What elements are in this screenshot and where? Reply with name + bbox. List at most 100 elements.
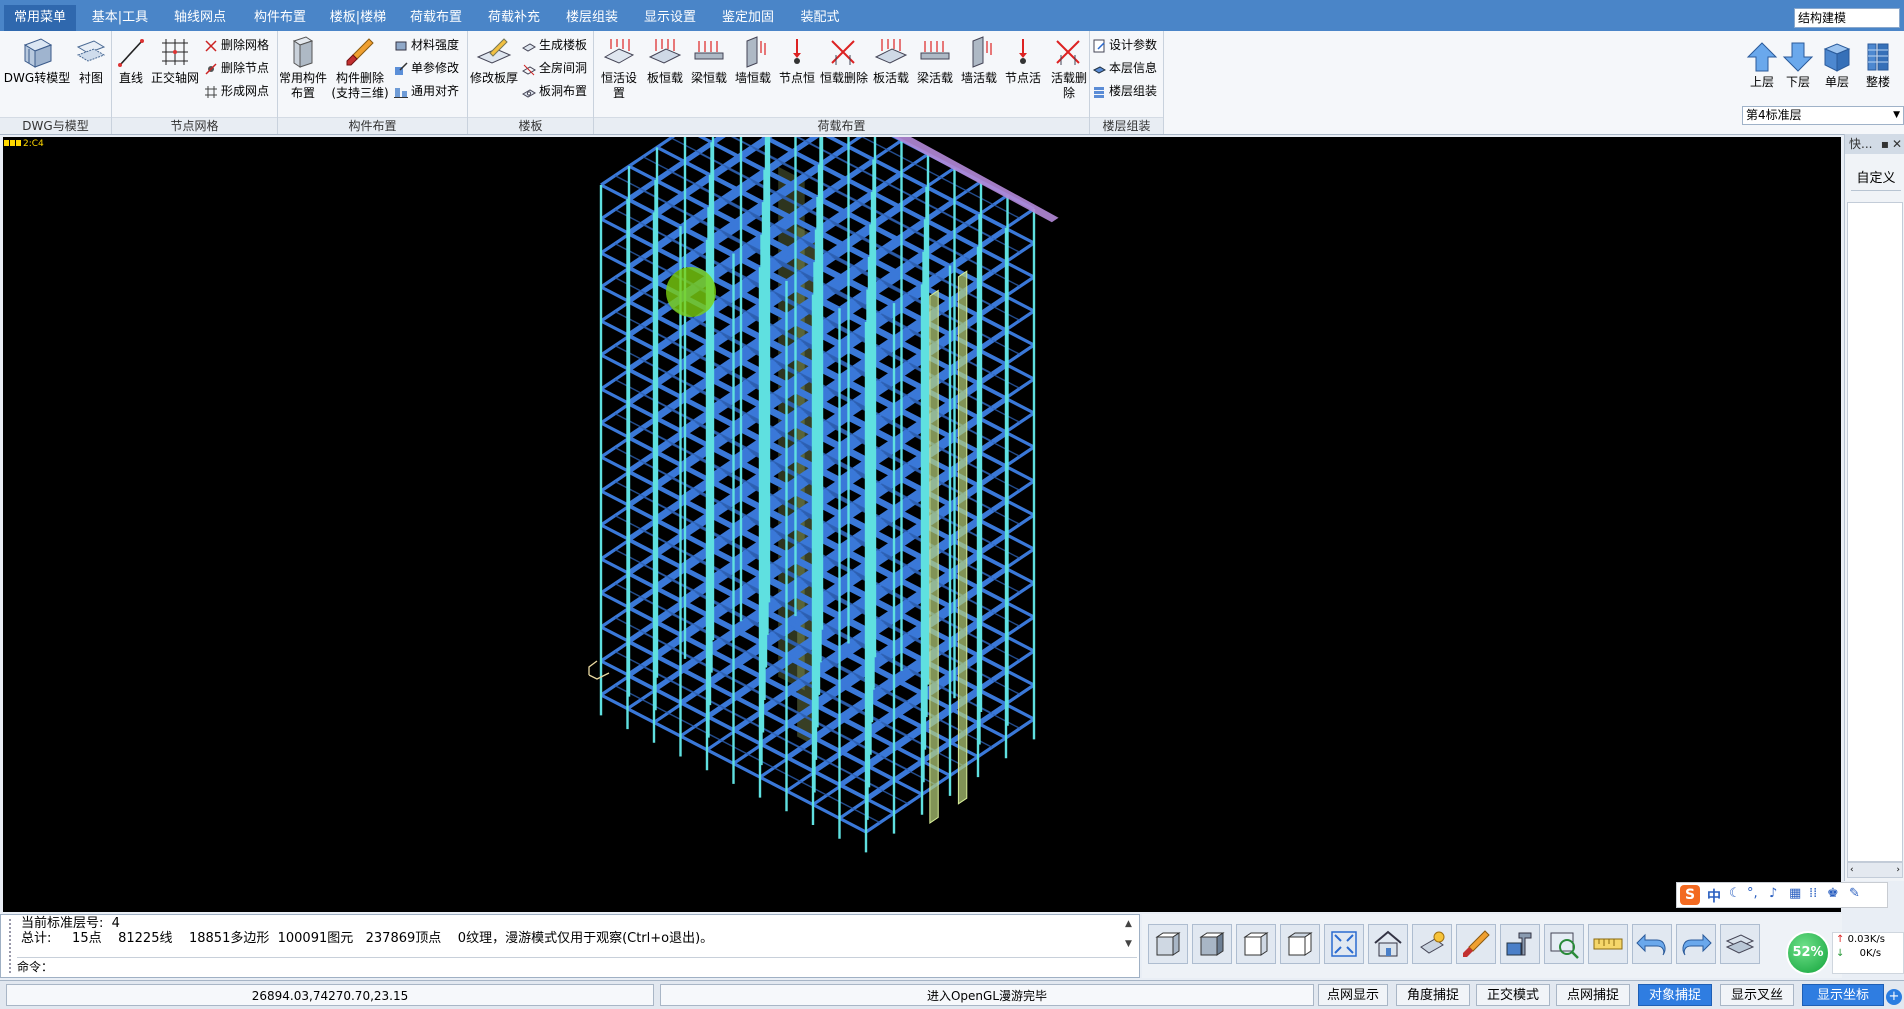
group-slab: 修改板厚 生成楼板 全房间洞 板洞布置 楼板 — [468, 31, 594, 134]
building-3d-model[interactable] — [3, 137, 1841, 912]
crosshair-toggle[interactable]: 显示叉丝 — [1720, 984, 1794, 1006]
dwg-to-model-button[interactable]: DWG转模型 — [2, 35, 72, 86]
material-strength-button[interactable]: 材料强度 — [394, 35, 459, 55]
scroll-right-icon[interactable]: › — [1896, 863, 1900, 877]
menu-tab-load[interactable]: 荷载布置 — [400, 5, 472, 31]
common-members-button[interactable]: 常用构件 布置 — [278, 35, 328, 101]
view-back-button[interactable] — [1280, 924, 1320, 964]
scroll-down-icon[interactable]: ▼ — [1125, 939, 1132, 949]
form-grid-nodes-button[interactable]: 形成网点 — [204, 81, 269, 101]
group-label-slab: 楼板 — [468, 117, 593, 134]
hammer-icon — [1506, 932, 1532, 956]
grid-snap-toggle[interactable]: 点网捕捉 — [1556, 984, 1630, 1006]
floor-assembly-button[interactable]: 楼层组装 — [1092, 81, 1157, 101]
single-param-edit-button[interactable]: 单参修改 — [394, 58, 459, 78]
dead-live-settings-button[interactable]: 恒活设置 — [596, 35, 642, 101]
delete-dead-load-button[interactable]: 恒载删除 — [820, 35, 868, 86]
orthogonal-grid-button[interactable]: 正交轴网 — [148, 35, 202, 86]
room-opening-button[interactable]: 全房间洞 — [522, 58, 587, 78]
home-view-button[interactable] — [1368, 924, 1408, 964]
scroll-up-icon[interactable]: ▲ — [1125, 919, 1132, 929]
angle-snap-toggle[interactable]: 角度捕捉 — [1396, 984, 1470, 1006]
plus-icon[interactable]: + — [1886, 989, 1902, 1005]
net-meter-ball[interactable]: 52% — [1786, 931, 1830, 975]
wrench-icon[interactable]: ✎ — [1849, 886, 1860, 901]
menu-tab-prefab[interactable]: 装配式 — [790, 5, 850, 31]
custom-tab[interactable]: 自定义 — [1851, 168, 1901, 191]
grip-handle[interactable] — [9, 919, 15, 973]
floor-up-button[interactable]: 上层 — [1744, 41, 1780, 90]
underlay-button[interactable]: 衬图 — [74, 35, 108, 86]
pin-icon[interactable]: ▪ — [1881, 134, 1889, 154]
shirt-icon[interactable]: ♚ — [1827, 886, 1839, 901]
render-style-button[interactable] — [1456, 924, 1496, 964]
menu-tab-members[interactable]: 构件布置 — [244, 5, 316, 31]
design-params-button[interactable]: 设计参数 — [1092, 35, 1157, 55]
menu-tab-axis[interactable]: 轴线网点 — [164, 5, 236, 31]
house-icon — [1374, 930, 1402, 957]
scroll-left-icon[interactable]: ‹ — [1850, 865, 1854, 875]
view-front-button[interactable] — [1148, 924, 1188, 964]
settings-button[interactable] — [1720, 924, 1760, 964]
zoom-extents-button[interactable] — [1324, 924, 1364, 964]
dwg-model-icon — [23, 38, 53, 68]
wall-live-load-button[interactable]: 墙活载 — [958, 35, 1000, 86]
view-left-button[interactable] — [1236, 924, 1276, 964]
ime-toolbar[interactable]: S 中 ☾ °, ♪ ▦ ⁞⁞ ♚ ✎ — [1676, 882, 1888, 908]
model-viewport[interactable] — [3, 137, 1841, 912]
single-floor-button[interactable]: 单层 — [1818, 41, 1856, 90]
node-dead-load-button[interactable]: 节点恒 — [776, 35, 818, 86]
info-line-floor: 当前标准层号: 4 — [21, 916, 120, 931]
mode-select[interactable]: 结构建模 — [1794, 8, 1900, 28]
measure-button[interactable] — [1588, 924, 1628, 964]
node-live-load-button[interactable]: 节点活 — [1002, 35, 1044, 86]
menu-tab-load-extra[interactable]: 荷载补充 — [478, 5, 550, 31]
view-right-button[interactable] — [1192, 924, 1232, 964]
menu-tab-floor-assembly[interactable]: 楼层组装 — [556, 5, 628, 31]
punctuation-icon[interactable]: °, — [1747, 886, 1758, 901]
ortho-mode-toggle[interactable]: 正交模式 — [1476, 984, 1550, 1006]
whole-building-button[interactable]: 整楼 — [1858, 41, 1898, 90]
wall-dead-load-button[interactable]: 墙恒载 — [732, 35, 774, 86]
general-align-button[interactable]: 通用对齐 — [394, 81, 459, 101]
menu-tab-common[interactable]: 常用菜单 — [4, 5, 76, 31]
floor-info-button[interactable]: 本层信息 — [1092, 58, 1157, 78]
keyboard-icon[interactable]: ▦ — [1789, 886, 1801, 901]
command-prompt: 命令： — [17, 960, 54, 974]
panel-scrollbar[interactable]: ‹ › — [1847, 862, 1903, 878]
delete-grid-button[interactable]: 删除网格 — [204, 35, 269, 55]
slab-live-load-button[interactable]: 板活载 — [870, 35, 912, 86]
delete-members-button[interactable]: 构件删除 (支持三维) — [328, 35, 392, 101]
generate-slab-button[interactable]: 生成楼板 — [522, 35, 587, 55]
grid-display-toggle[interactable]: 点网显示 — [1318, 984, 1388, 1006]
close-icon[interactable]: ✕ — [1892, 134, 1902, 154]
redo-button[interactable] — [1676, 924, 1716, 964]
beam-live-load-button[interactable]: 梁活载 — [914, 35, 956, 86]
quick-panel-list[interactable] — [1847, 202, 1903, 862]
inspect-button[interactable] — [1544, 924, 1584, 964]
ime-mode-toggle[interactable]: 中 — [1707, 886, 1721, 906]
show-coords-toggle[interactable]: 显示坐标 — [1802, 984, 1884, 1006]
tools-button[interactable] — [1500, 924, 1540, 964]
menu-tab-basic-tools[interactable]: 基本|工具 — [84, 5, 156, 31]
line-button[interactable]: 直线 — [114, 35, 148, 86]
delete-live-load-button[interactable]: 活载删除 — [1046, 35, 1092, 101]
floor-info-icon — [1092, 65, 1106, 74]
object-snap-toggle[interactable]: 对象捕捉 — [1638, 984, 1712, 1006]
standard-floor-select[interactable]: 第4标准层 ▼ — [1742, 106, 1904, 125]
undo-button[interactable] — [1632, 924, 1672, 964]
command-input-row[interactable]: 命令： — [17, 957, 1137, 976]
menu-tab-reinforce[interactable]: 鉴定加固 — [712, 5, 784, 31]
slab-dead-load-button[interactable]: 板恒载 — [644, 35, 686, 86]
beam-dead-load-button[interactable]: 梁恒载 — [688, 35, 730, 86]
moon-icon[interactable]: ☾ — [1729, 886, 1741, 901]
delete-node-button[interactable]: 删除节点 — [204, 58, 269, 78]
lighting-button[interactable] — [1412, 924, 1452, 964]
modify-slab-thickness-button[interactable]: 修改板厚 — [468, 35, 520, 86]
grid-menu-icon[interactable]: ⁞⁞ — [1809, 886, 1817, 901]
microphone-icon[interactable]: ♪ — [1769, 886, 1777, 901]
menu-tab-display[interactable]: 显示设置 — [634, 5, 706, 31]
menu-tab-slab-stair[interactable]: 楼板|楼梯 — [322, 5, 394, 31]
floor-down-button[interactable]: 下层 — [1780, 41, 1816, 90]
slab-opening-button[interactable]: 板洞布置 — [522, 81, 587, 101]
